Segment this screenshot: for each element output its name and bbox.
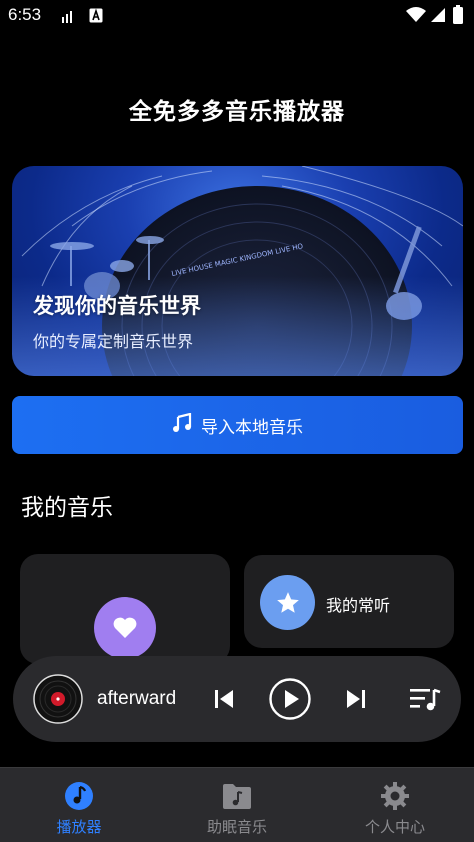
play-icon[interactable]	[269, 678, 311, 720]
frequently-played-card[interactable]: 我的常听	[244, 555, 454, 648]
favorites-card[interactable]	[20, 554, 230, 664]
music-disc-icon	[64, 781, 94, 811]
frequently-played-label: 我的常听	[326, 596, 391, 615]
previous-icon[interactable]	[211, 686, 237, 712]
banner-subtitle: 你的专属定制音乐世界	[33, 332, 194, 351]
next-icon[interactable]	[343, 686, 369, 712]
mini-player[interactable]: afterward	[13, 656, 461, 742]
nav-label-player: 播放器	[56, 818, 102, 836]
wifi-icon	[406, 7, 426, 27]
music-note-icon	[172, 412, 192, 437]
heart-icon	[94, 597, 156, 659]
playlist-icon[interactable]	[409, 685, 441, 713]
album-disc-icon[interactable]	[33, 674, 83, 724]
import-local-music-button[interactable]: 导入本地音乐	[12, 396, 463, 454]
a-letter-icon	[89, 8, 103, 27]
import-button-label: 导入本地音乐	[201, 417, 303, 438]
status-time: 6:53	[8, 5, 42, 24]
banner-title: 发现你的音乐世界	[33, 294, 201, 318]
app-title: 全免多多音乐播放器	[129, 99, 345, 125]
bottom-nav: 播放器 助眠音乐 个人中心	[0, 767, 474, 842]
music-folder-icon	[222, 781, 252, 811]
signal-bars-icon	[61, 9, 75, 28]
track-title: afterward	[97, 688, 177, 709]
nav-label-sleep-music: 助眠音乐	[206, 818, 267, 836]
my-music-title: 我的音乐	[21, 495, 113, 521]
battery-icon	[453, 5, 463, 28]
star-icon	[260, 575, 315, 630]
status-bar: 6:53	[0, 0, 474, 32]
gear-icon	[380, 781, 410, 811]
nav-item-profile[interactable]: 个人中心	[316, 768, 474, 842]
nav-item-sleep-music[interactable]: 助眠音乐	[158, 768, 316, 842]
nav-label-profile: 个人中心	[364, 818, 425, 836]
cellular-icon	[430, 7, 446, 27]
nav-item-player[interactable]: 播放器	[0, 768, 158, 842]
discover-banner[interactable]: LIVE HOUSE MAGIC KINGDOM LIVE HO 发现你的音乐世…	[12, 166, 463, 376]
